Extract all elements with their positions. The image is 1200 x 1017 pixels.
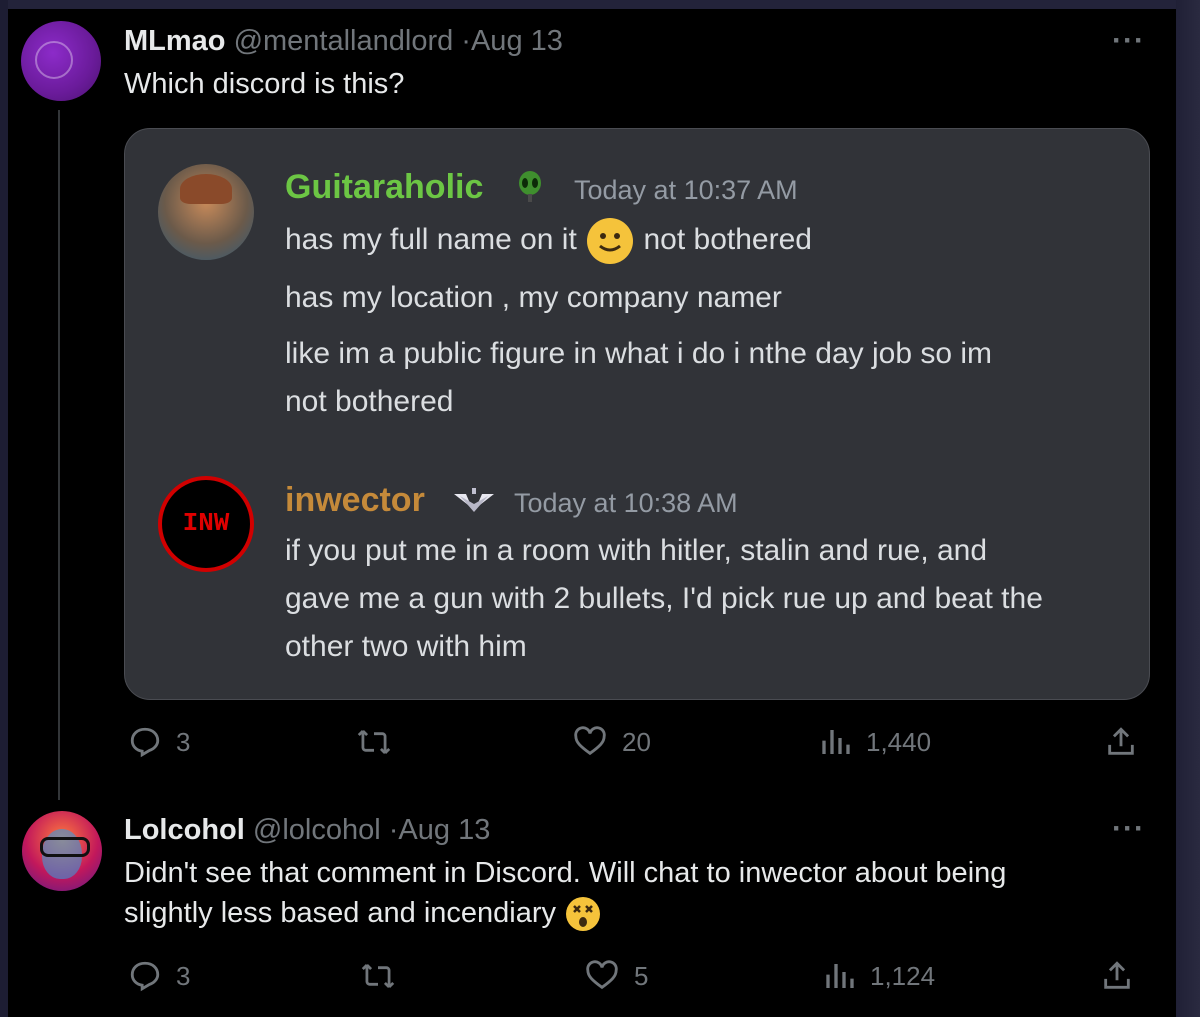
like-button[interactable]: 5 <box>584 959 648 993</box>
tweet-text: Which discord is this? <box>124 68 405 100</box>
author-name[interactable]: Lolcohol <box>124 814 245 846</box>
view-count: 1,124 <box>870 960 936 991</box>
tweet-actions: 3 5 1,124 <box>124 959 1144 999</box>
separator-dot: · <box>461 25 471 57</box>
tweet-date[interactable]: Aug 13 <box>471 25 563 57</box>
author-name[interactable]: MLmao <box>124 25 226 57</box>
retweet-icon <box>357 729 391 755</box>
discord-avatar-guitaraholic <box>158 164 254 260</box>
window-top-border <box>0 0 1200 9</box>
discord-message-line: like im a public figure in what i do i n… <box>285 337 993 370</box>
tweet-text: Didn't see that comment in Discord. Will… <box>124 857 1007 889</box>
reply-button[interactable]: 3 <box>128 725 190 759</box>
separator-dot: · <box>388 814 399 846</box>
views-icon <box>822 730 850 754</box>
window-right-border <box>1176 0 1200 1017</box>
like-icon <box>574 726 606 756</box>
like-count: 20 <box>622 726 651 757</box>
author-handle[interactable]: @lolcohol <box>253 814 381 846</box>
tweet-actions: 3 20 1,440 <box>124 725 1144 765</box>
like-count: 5 <box>634 960 649 991</box>
discord-author-name: inwector <box>285 481 425 519</box>
discord-message-line: has my full name on it not bothered <box>285 216 812 266</box>
reply-button[interactable]: 3 <box>128 959 190 993</box>
smile-emoji-icon <box>587 218 634 265</box>
window-left-border <box>0 0 8 1017</box>
avatar-lolcohol[interactable] <box>22 811 102 891</box>
share-button[interactable] <box>1100 959 1134 993</box>
thread-connector-line <box>58 110 60 800</box>
share-icon <box>1104 961 1130 989</box>
like-button[interactable]: 20 <box>572 725 651 759</box>
author-handle[interactable]: @mentallandlord <box>234 25 454 57</box>
share-button[interactable] <box>1104 725 1138 759</box>
discord-text-fragment: has my full name on it <box>285 223 577 256</box>
discord-message-line: gave me a gun with 2 bullets, I'd pick r… <box>285 582 1043 615</box>
discord-timestamp: Today at 10:38 AM <box>514 488 738 518</box>
discord-text-fragment: not bothered <box>643 223 812 256</box>
views-button[interactable]: 1,124 <box>824 959 935 993</box>
discord-author-name: Guitaraholic <box>285 168 484 206</box>
more-options-button[interactable]: ··· <box>1112 812 1145 846</box>
reply-icon <box>130 961 160 992</box>
reply-count: 3 <box>176 726 191 757</box>
avatar-logo-text: INW <box>182 508 230 538</box>
discord-message-line: has my location , my company namer <box>285 281 782 314</box>
tweet-text: slightly less based and incendiary <box>124 893 602 933</box>
discord-message-line: if you put me in a room with hitler, sta… <box>285 534 988 567</box>
tweet-header: MLmao @mentallandlord ·Aug 13 <box>124 25 563 58</box>
tweet-text-fragment: slightly less based and incendiary <box>124 897 557 929</box>
wings-badge-icon <box>454 488 494 512</box>
like-icon <box>586 960 618 990</box>
more-options-button[interactable]: ··· <box>1112 24 1145 58</box>
views-button[interactable]: 1,440 <box>820 725 931 759</box>
share-icon <box>1108 727 1134 755</box>
reply-icon <box>130 727 160 758</box>
tweet-header: Lolcohol @lolcohol ·Aug 13 <box>124 814 490 847</box>
views-icon <box>826 964 854 988</box>
avatar-mlmao[interactable] <box>21 21 101 101</box>
view-count: 1,440 <box>866 726 932 757</box>
discord-message-line: other two with him <box>285 630 527 663</box>
reply-count: 3 <box>176 960 191 991</box>
discord-avatar-inwector: INW <box>158 476 254 572</box>
tweet-date[interactable]: Aug 13 <box>398 814 490 846</box>
dizzy-face-emoji-icon <box>566 897 601 932</box>
retweet-button[interactable] <box>360 959 396 993</box>
alien-head-badge-icon <box>519 171 541 202</box>
retweet-icon <box>361 963 395 989</box>
discord-timestamp: Today at 10:37 AM <box>574 175 798 205</box>
discord-message-line: not bothered <box>285 385 454 418</box>
retweet-button[interactable] <box>356 725 392 759</box>
